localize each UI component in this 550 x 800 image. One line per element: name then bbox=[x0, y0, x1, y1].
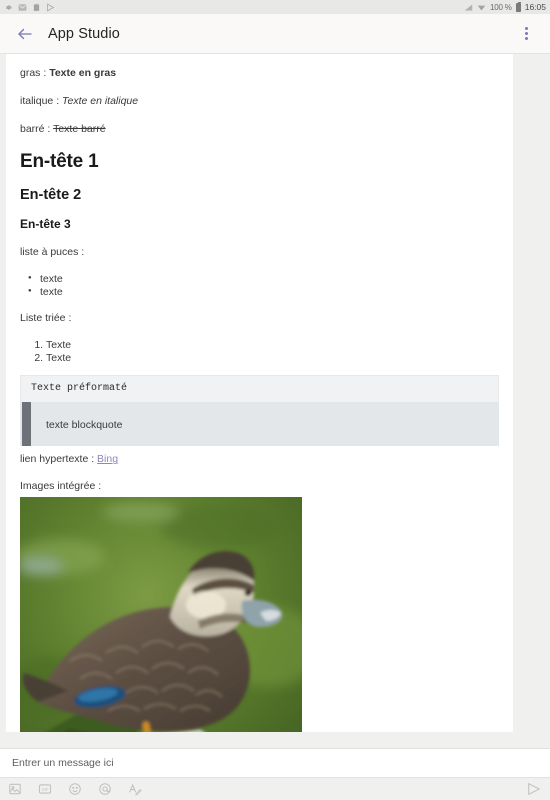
heading-2: En-tête 2 bbox=[20, 186, 82, 203]
bullet-list-label: liste à puces : bbox=[20, 245, 85, 258]
more-vertical-icon bbox=[524, 37, 528, 40]
message-card: gras : Texte en gras italique : Texte en… bbox=[6, 54, 513, 732]
heading-1: En-tête 1 bbox=[20, 150, 99, 172]
format-text-icon[interactable] bbox=[128, 782, 142, 796]
more-vertical-icon bbox=[524, 32, 528, 35]
message-input[interactable]: Entrer un message ici bbox=[12, 757, 114, 769]
status-bar: 100 % 16:05 bbox=[0, 0, 550, 14]
back-arrow-icon bbox=[18, 28, 32, 39]
battery-percent-label: 100 % bbox=[490, 2, 512, 12]
signal-icon bbox=[464, 4, 473, 10]
bold-sample-label: gras : bbox=[20, 67, 50, 79]
more-vertical-icon bbox=[524, 27, 528, 30]
strike-sample-value: Texte barré bbox=[53, 123, 106, 136]
bing-link[interactable]: Bing bbox=[97, 453, 118, 465]
battery-icon bbox=[515, 1, 521, 12]
message-compose-box[interactable]: Entrer un message ici bbox=[0, 748, 550, 778]
list-item: Texte bbox=[46, 339, 499, 352]
italic-sample-line: italique : Texte en italique bbox=[20, 94, 499, 108]
ordered-list: Texte Texte bbox=[20, 339, 499, 365]
bullet-list: texte texte bbox=[20, 273, 499, 299]
blockquote-text: texte blockquote bbox=[46, 419, 123, 432]
list-item: texte bbox=[28, 286, 499, 299]
clock-label: 16:05 bbox=[524, 2, 546, 12]
hyperlink-line: lien hypertexte : Bing bbox=[20, 452, 499, 466]
wifi-icon bbox=[477, 5, 486, 10]
status-bar-notifications bbox=[4, 2, 55, 12]
image-icon[interactable] bbox=[8, 782, 22, 796]
gif-icon[interactable]: GIF bbox=[38, 782, 52, 796]
italic-sample-label: italique : bbox=[20, 95, 63, 108]
bold-sample-value: Texte en gras bbox=[49, 67, 117, 79]
overflow-menu-button[interactable] bbox=[514, 21, 538, 47]
send-button[interactable] bbox=[526, 781, 542, 797]
embedded-image-label: Images intégrée : bbox=[20, 479, 102, 492]
duck-photo[interactable] bbox=[20, 496, 302, 732]
message-scroll-area[interactable]: gras : Texte en gras italique : Texte en… bbox=[0, 54, 550, 732]
page-title: App Studio bbox=[48, 25, 120, 42]
mention-icon[interactable] bbox=[98, 782, 112, 796]
compose-toolbar: GIF bbox=[0, 778, 550, 800]
strike-sample-label: barré : bbox=[20, 123, 54, 136]
emoji-icon[interactable] bbox=[68, 782, 82, 796]
back-button[interactable] bbox=[12, 21, 38, 47]
status-bar-system: 100 % 16:05 bbox=[464, 1, 546, 12]
list-item: Texte bbox=[46, 352, 499, 365]
app-bar: App Studio bbox=[0, 14, 550, 54]
heading-3: En-tête 3 bbox=[20, 216, 71, 231]
ordered-list-label: Liste triée : bbox=[20, 311, 72, 324]
hyperlink-label: lien hypertexte : bbox=[20, 453, 98, 466]
strike-sample-line: barré : Texte barré bbox=[20, 122, 499, 136]
settings-icon bbox=[5, 4, 12, 10]
email-icon bbox=[18, 4, 27, 10]
clipboard-icon bbox=[33, 3, 40, 11]
preformatted-block: Texte préformaté bbox=[20, 375, 499, 403]
italic-sample-value: Texte en italique bbox=[62, 95, 139, 108]
duck-photo-image bbox=[20, 496, 302, 732]
list-item: texte bbox=[28, 273, 499, 286]
send-icon bbox=[47, 2, 55, 12]
bold-sample-line: gras : Texte en gras bbox=[20, 66, 499, 80]
blockquote-block: texte blockquote bbox=[20, 402, 499, 447]
svg-text:GIF: GIF bbox=[42, 787, 49, 792]
